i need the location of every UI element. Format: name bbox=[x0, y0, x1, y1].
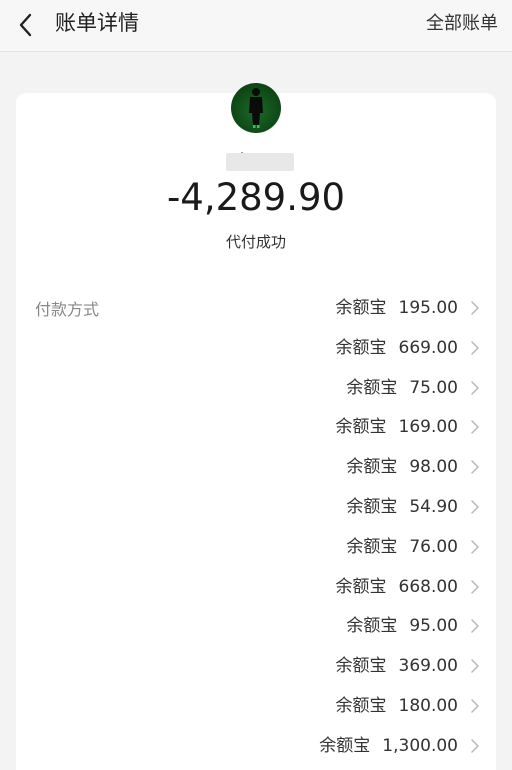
payment-amount: 195.00 bbox=[398, 298, 458, 318]
page-title: 账单详情 bbox=[55, 11, 139, 35]
chevron-right-icon bbox=[470, 341, 480, 355]
payment-row[interactable]: 余额宝 95.00 bbox=[180, 613, 480, 653]
payment-row[interactable]: 余额宝 180.00 bbox=[180, 693, 480, 733]
payment-method-name: 余额宝 bbox=[335, 417, 387, 438]
bill-status: 代付成功 bbox=[225, 233, 286, 251]
all-bills-link[interactable]: 全部账单 bbox=[426, 10, 498, 38]
payment-amount: 669.00 bbox=[398, 337, 458, 358]
chevron-right-icon bbox=[470, 500, 480, 514]
chevron-right-icon bbox=[470, 420, 480, 435]
payment-amount: 668.00 bbox=[398, 576, 458, 597]
chevron-right-icon bbox=[470, 699, 480, 713]
payment-amount: 76.00 bbox=[409, 536, 458, 557]
chevron-left-icon bbox=[19, 13, 32, 37]
back-button[interactable] bbox=[12, 10, 42, 40]
payment-amount: 369.00 bbox=[398, 656, 458, 677]
payment-method-name: 余额宝 bbox=[335, 298, 387, 318]
chevron-right-icon bbox=[470, 739, 480, 753]
top-nav-bar: 账单详情 全部账单 bbox=[0, 0, 512, 52]
payment-row[interactable]: 余额宝 195.00 bbox=[180, 295, 480, 335]
payment-method-name: 余额宝 bbox=[346, 536, 398, 557]
payment-row[interactable]: 余额宝 75.00 bbox=[180, 375, 480, 415]
payment-row[interactable]: 余额宝 669.00 bbox=[180, 335, 480, 375]
payment-amount: 95.00 bbox=[409, 616, 458, 637]
payment-method-name: 余额宝 bbox=[346, 377, 398, 398]
payment-row[interactable]: 余额宝 369.00 bbox=[180, 653, 480, 693]
chevron-right-icon bbox=[470, 619, 480, 634]
payment-method-name: 余额宝 bbox=[335, 695, 387, 716]
payment-method-name: 余额宝 bbox=[346, 496, 398, 517]
payment-amount: 98.00 bbox=[409, 457, 458, 478]
payment-amount: 180.00 bbox=[398, 695, 458, 716]
payment-row[interactable]: 余额宝 76.00 bbox=[180, 534, 480, 574]
payment-method-name: 余额宝 bbox=[335, 656, 387, 677]
payment-amount: 1,300.00 bbox=[382, 735, 458, 756]
bill-amount: -4,289.90 bbox=[166, 176, 346, 219]
payment-method-name: 余额宝 bbox=[335, 337, 387, 358]
payment-row[interactable]: 余额宝 668.00 bbox=[180, 574, 480, 614]
payment-row[interactable]: 余额宝 169.00 bbox=[180, 414, 480, 454]
payment-amount: 54.90 bbox=[409, 496, 458, 517]
payment-row[interactable]: 余额宝 98.00 bbox=[180, 454, 480, 494]
payment-method-label: 付款方式 bbox=[35, 300, 100, 319]
person-silhouette-icon bbox=[249, 88, 263, 128]
payment-method-name: 余额宝 bbox=[319, 735, 371, 756]
chevron-right-icon bbox=[470, 460, 480, 474]
chevron-right-icon bbox=[470, 301, 480, 315]
payment-row[interactable]: 余额宝 1,300.00 bbox=[180, 733, 480, 770]
chevron-right-icon bbox=[470, 659, 480, 673]
payment-method-name: 余额宝 bbox=[346, 457, 398, 478]
payment-amount: 75.00 bbox=[409, 377, 458, 398]
chevron-right-icon bbox=[470, 579, 480, 594]
user-avatar[interactable] bbox=[231, 83, 281, 133]
bill-card: -4,289.90 代付成功 付款方式 余额宝 195.00 余额宝 669.0… bbox=[16, 83, 496, 770]
payment-method-name: 余额宝 bbox=[346, 616, 398, 637]
payment-method-list: 余额宝 195.00 余额宝 669.00 余额宝 75.00 余额宝 169.… bbox=[180, 295, 480, 770]
chevron-right-icon bbox=[470, 380, 480, 395]
payment-row[interactable]: 余额宝 54.90 bbox=[180, 494, 480, 534]
payment-method-name: 余额宝 bbox=[335, 576, 387, 597]
masked-name bbox=[226, 153, 294, 171]
bill-detail-screen: 账单详情 全部账单 -4,289.90 代付成功 付款方式 余额宝 195.00… bbox=[0, 0, 512, 770]
chevron-right-icon bbox=[470, 540, 480, 554]
payment-amount: 169.00 bbox=[398, 417, 458, 438]
